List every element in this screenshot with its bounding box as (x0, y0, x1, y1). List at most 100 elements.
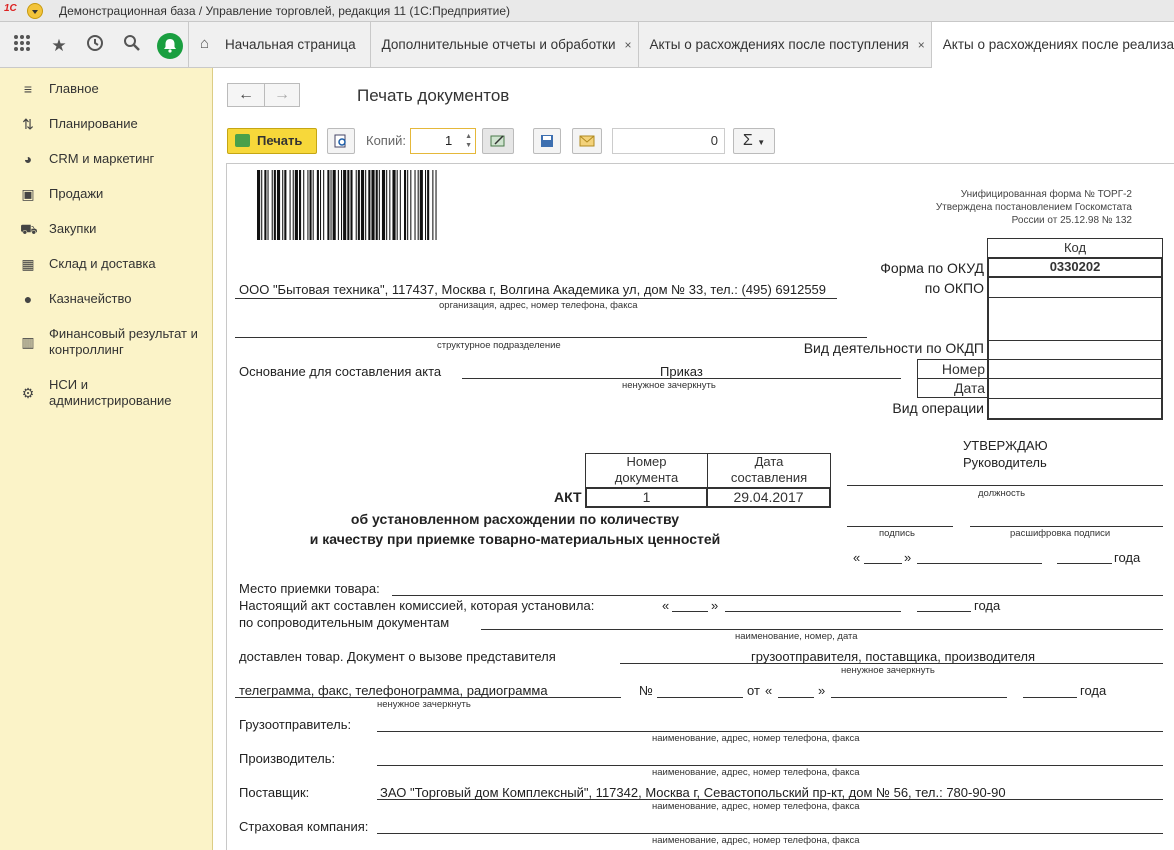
star-icon[interactable]: ★ (47, 34, 71, 58)
sidebar-item-label: НСИ и администрирование (49, 377, 172, 408)
year-label: года (974, 598, 1001, 613)
email-button[interactable] (572, 128, 602, 154)
sidebar-item-label: Склад и доставка (49, 256, 156, 271)
number-cell (987, 359, 1163, 379)
save-icon (541, 135, 553, 147)
act-title-1: об установленном расхождении по количест… (350, 511, 680, 527)
head-label: Руководитель (963, 455, 1047, 470)
treasury-icon: ● (23, 291, 33, 307)
insurance-underline (377, 833, 1163, 834)
number-label: Номер (917, 359, 989, 379)
delivered-value: грузоотправителя, поставщика, производит… (751, 649, 1035, 664)
print-button[interactable]: Печать (227, 128, 317, 154)
form-header-line: России от 25.12.98 № 132 (1011, 215, 1132, 226)
history-icon[interactable] (83, 34, 107, 58)
preview-icon (334, 134, 346, 148)
copies-input[interactable]: 1 ▲ ▼ (410, 128, 476, 154)
apps-icon[interactable] (10, 34, 34, 58)
from-label: от (747, 683, 760, 698)
tab-home[interactable]: ⌂ Начальная страница (188, 22, 370, 68)
call-number-underline (657, 697, 743, 698)
year-underline (917, 611, 971, 612)
barcode (257, 170, 437, 240)
tab-acts-after-receipt[interactable]: Акты о расхождениях после поступления × (637, 22, 931, 68)
name-addr-caption: наименование, адрес, номер телефона, фак… (652, 733, 860, 744)
back-button[interactable]: ← (227, 83, 265, 107)
page-title: Печать документов (357, 86, 510, 105)
organization: ООО "Бытовая техника", 117437, Москва г,… (239, 282, 827, 297)
commission-label: Настоящий акт составлен комиссией, котор… (239, 598, 595, 613)
okud-label: Форма по ОКУД (880, 260, 984, 276)
month-underline (725, 611, 901, 612)
act-label: АКТ (554, 489, 582, 505)
form-header: Унифицированная форма № ТОРГ-2 Утвержден… (936, 188, 1132, 227)
main-panel: ← → Печать документов Печать Копий: 1 ▲ ▼… (214, 68, 1174, 850)
table-edit-icon (490, 135, 505, 147)
cart-icon: ⛟ (20, 221, 38, 237)
name-addr-caption: наименование, адрес, номер телефона, фак… (652, 801, 860, 812)
strike-caption: ненужное зачеркнуть (622, 380, 716, 391)
month-underline (917, 563, 1042, 564)
form-header-line: Утверждена постановлением Госкомстата (935, 202, 1132, 213)
bell-icon[interactable] (157, 33, 183, 59)
tab-additional-reports[interactable]: Дополнительные отчеты и обработки × (369, 22, 638, 68)
year-label: года (1114, 550, 1141, 565)
approve-label: УТВЕРЖДАЮ (963, 438, 1048, 453)
okdp-label: Вид деятельности по ОКДП (803, 340, 984, 356)
edit-button[interactable] (482, 128, 514, 154)
save-button[interactable] (533, 128, 561, 154)
copies-label: Копий: (366, 133, 406, 148)
forward-button[interactable]: → (264, 83, 300, 107)
basis-value: Приказ (660, 364, 703, 379)
okpo-cell (987, 277, 1163, 297)
window-title: Демонстрационная база / Управление торго… (59, 4, 511, 18)
print-form: Унифицированная форма № ТОРГ-2 Утвержден… (226, 163, 1174, 850)
quote-open: « (662, 598, 670, 613)
day-underline (672, 611, 708, 612)
operation-label: Вид операции (892, 400, 984, 416)
accomp-label: по сопроводительным документам (239, 615, 450, 630)
sidebar: ≡ Главное ⇅ Планирование ◕ CRM и маркети… (0, 68, 213, 850)
tab-label: Акты о расхождениях после поступления (649, 37, 909, 52)
month-underline (831, 697, 1007, 698)
search-icon[interactable] (120, 34, 144, 58)
tab-label: Дополнительные отчеты и обработки (381, 37, 616, 52)
number-sign: № (639, 683, 653, 698)
preview-button[interactable] (327, 128, 355, 154)
dept-caption: структурное подразделение (437, 340, 561, 351)
decode-caption: расшифровка подписи (1010, 528, 1111, 539)
delivered-label: доставлен товар. Документ о вызове предс… (239, 649, 556, 664)
day-underline (864, 563, 902, 564)
main-menu-button[interactable] (27, 3, 43, 19)
date-cell (987, 378, 1163, 398)
telegram-label: телеграмма, факс, телефонограмма, радиог… (239, 683, 548, 698)
window-titlebar: 1С Демонстрационная база / Управление то… (0, 0, 1174, 22)
form-header-line: Унифицированная форма № ТОРГ-2 (960, 189, 1132, 200)
okud-value: 0330202 (987, 257, 1163, 278)
doc-date-header: Дата составления (707, 453, 831, 488)
close-icon[interactable]: × (624, 22, 631, 68)
tab-acts-after-sale[interactable]: Акты о расхождениях после реализации × (930, 22, 1174, 68)
decode-underline (970, 526, 1163, 527)
name-addr-caption: наименование, адрес, номер телефона, фак… (652, 835, 860, 846)
signature-caption: подпись (879, 528, 915, 539)
producer-underline (377, 765, 1163, 766)
print-label: Печать (257, 133, 303, 148)
insurance-label: Страховая компания: (239, 819, 369, 834)
sales-icon: ▣ (21, 186, 35, 202)
close-icon[interactable]: × (918, 22, 925, 68)
menu-icon: ≡ (23, 81, 33, 97)
sum-dropdown-button[interactable]: Σ ▼ (733, 128, 775, 154)
tab-strip: ⌂ Начальная страница Дополнительные отче… (188, 22, 1174, 68)
code-header: Код (987, 238, 1163, 258)
tab-label: Начальная страница (225, 37, 356, 52)
basis-underline (462, 378, 901, 379)
quote-open: « (765, 683, 773, 698)
basis-label: Основание для составления акта (239, 364, 442, 379)
sum-field[interactable]: 0 (612, 128, 725, 154)
quote-close: » (711, 598, 719, 613)
spinner-icon[interactable]: ▲ ▼ (465, 132, 472, 150)
crm-icon: ◕ (23, 151, 33, 167)
sum-icon: Σ (742, 132, 753, 149)
1c-logo: 1С (4, 3, 17, 14)
